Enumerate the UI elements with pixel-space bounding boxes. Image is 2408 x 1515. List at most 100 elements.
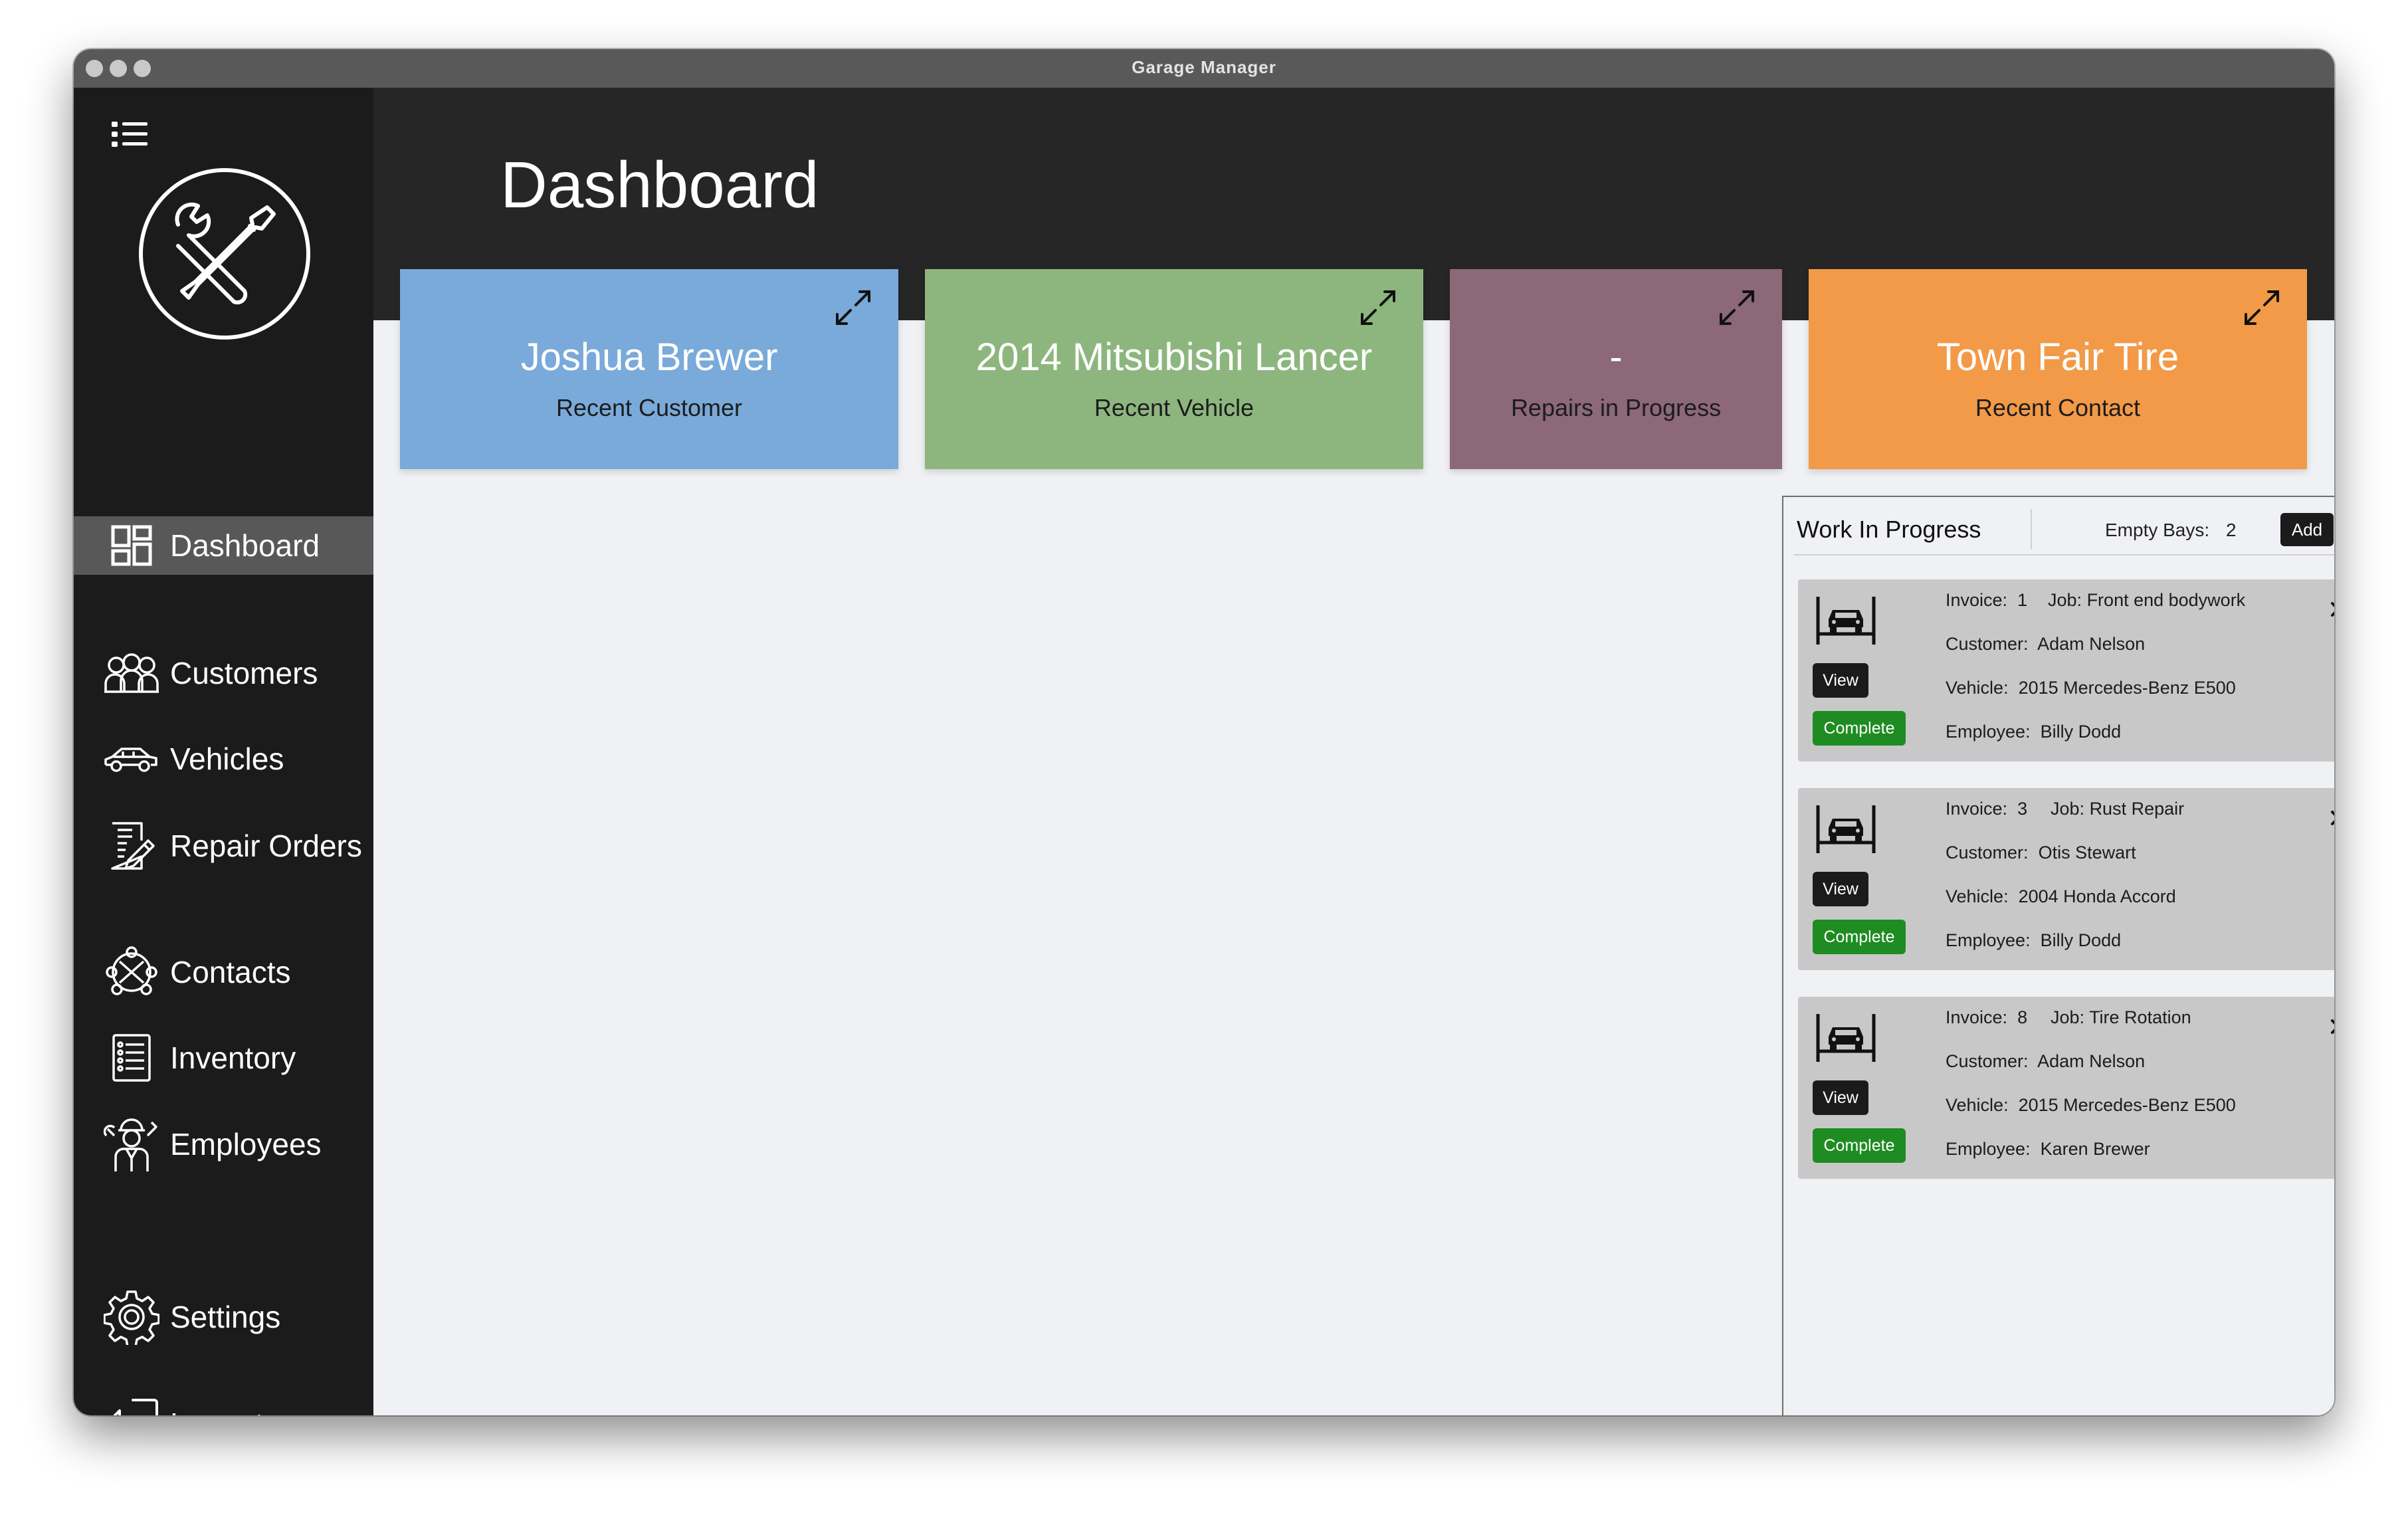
card-value: Town Fair Tire bbox=[1936, 336, 2179, 379]
card-label: Recent Vehicle bbox=[1094, 394, 1254, 421]
tools-logo-icon bbox=[139, 168, 310, 340]
vehicle-value: 2015 Mercedes-Benz E500 bbox=[2018, 678, 2236, 698]
invoice-value: 1 bbox=[2017, 590, 2028, 610]
job-value: Front end bodywork bbox=[2086, 590, 2246, 610]
sidebar-item-label: Inventory bbox=[170, 1041, 296, 1075]
car-lift-icon bbox=[1816, 597, 1876, 645]
job-label: Job: bbox=[2051, 1007, 2085, 1027]
menu-icon[interactable] bbox=[110, 119, 150, 150]
sidebar-item-label: Settings bbox=[170, 1300, 281, 1334]
close-icon[interactable] bbox=[2328, 1017, 2334, 1037]
view-job-button[interactable]: View bbox=[1813, 663, 1868, 698]
card-value: - bbox=[1609, 336, 1623, 379]
customers-icon bbox=[102, 643, 161, 703]
sidebar-item-repair-orders[interactable]: Repair Orders bbox=[74, 817, 373, 875]
sidebar-item-inventory[interactable]: Inventory bbox=[74, 1029, 373, 1087]
vehicle-label: Vehicle: bbox=[1946, 886, 2009, 906]
employee-value: Billy Dodd bbox=[2040, 930, 2122, 950]
window-title: Garage Manager bbox=[1132, 57, 1276, 77]
contacts-icon bbox=[102, 942, 161, 1002]
job-card: View Complete Invoice: 1 Job: Front end … bbox=[1798, 579, 2334, 761]
vehicle-label: Vehicle: bbox=[1946, 678, 2009, 698]
sidebar-item-settings[interactable]: Settings bbox=[74, 1288, 373, 1346]
card-label: Repairs in Progress bbox=[1510, 394, 1722, 421]
sidebar-item-employees[interactable]: Employees bbox=[74, 1115, 373, 1173]
logout-icon bbox=[102, 1394, 161, 1415]
sidebar-item-label: Repair Orders bbox=[170, 829, 362, 863]
invoice-label: Invoice: bbox=[1946, 590, 2008, 610]
invoice-value: 8 bbox=[2017, 1007, 2028, 1027]
sidebar-item-contacts[interactable]: Contacts bbox=[74, 943, 373, 1001]
sidebar-item-label: Employees bbox=[170, 1127, 322, 1162]
complete-job-button[interactable]: Complete bbox=[1813, 711, 1906, 746]
job-card: View Complete Invoice: 8 Job: Tire Rotat… bbox=[1798, 997, 2334, 1179]
recent-vehicle-card[interactable]: 2014 Mitsubishi Lancer Recent Vehicle bbox=[925, 269, 1423, 469]
employee-value: Karen Brewer bbox=[2040, 1139, 2150, 1159]
job-card: View Complete Invoice: 3 Job: Rust Repai… bbox=[1798, 788, 2334, 970]
sidebar-item-label: Logout bbox=[170, 1406, 264, 1415]
sidebar-item-label: Dashboard bbox=[170, 528, 320, 563]
vehicle-value: 2015 Mercedes-Benz E500 bbox=[2018, 1095, 2236, 1115]
car-lift-icon bbox=[1816, 1014, 1876, 1062]
invoice-value: 3 bbox=[2017, 799, 2028, 819]
employee-value: Billy Dodd bbox=[2040, 722, 2122, 742]
card-value: Joshua Brewer bbox=[520, 336, 778, 379]
employee-label: Employee: bbox=[1946, 1139, 2031, 1159]
customer-label: Customer: bbox=[1946, 843, 2029, 862]
close-icon[interactable] bbox=[2328, 808, 2334, 828]
expand-icon[interactable] bbox=[1357, 286, 1399, 329]
job-label: Job: bbox=[2048, 590, 2082, 610]
close-icon[interactable] bbox=[2328, 599, 2334, 619]
divider bbox=[1794, 554, 2334, 556]
sidebar: Dashboard Customers Vehicles Repair Orde… bbox=[74, 88, 373, 1415]
divider bbox=[2031, 509, 2032, 549]
complete-job-button[interactable]: Complete bbox=[1813, 920, 1906, 954]
customer-value: Adam Nelson bbox=[2037, 1051, 2146, 1071]
sidebar-item-label: Contacts bbox=[170, 955, 291, 989]
empty-bays-value: 2 bbox=[2226, 520, 2237, 540]
expand-icon[interactable] bbox=[1716, 286, 1758, 329]
sidebar-item-vehicles[interactable]: Vehicles bbox=[74, 730, 373, 788]
view-job-button[interactable]: View bbox=[1813, 1080, 1868, 1115]
inventory-icon bbox=[102, 1028, 161, 1088]
car-lift-icon bbox=[1816, 805, 1876, 853]
sidebar-item-logout[interactable]: Logout bbox=[74, 1395, 373, 1415]
add-job-button[interactable]: Add bbox=[2280, 513, 2334, 546]
empty-bays-label: Empty Bays: bbox=[2105, 520, 2210, 540]
customer-label: Customer: bbox=[1946, 634, 2029, 654]
gear-icon bbox=[102, 1287, 161, 1347]
complete-job-button[interactable]: Complete bbox=[1813, 1128, 1906, 1163]
invoice-label: Invoice: bbox=[1946, 799, 2008, 819]
card-label: Recent Customer bbox=[555, 394, 743, 421]
job-label: Job: bbox=[2051, 799, 2085, 819]
customer-value: Adam Nelson bbox=[2037, 634, 2146, 654]
customer-value: Otis Stewart bbox=[2038, 843, 2136, 862]
sidebar-item-label: Vehicles bbox=[170, 742, 284, 776]
view-job-button[interactable]: View bbox=[1813, 872, 1868, 906]
vehicle-label: Vehicle: bbox=[1946, 1095, 2009, 1115]
vehicle-value: 2004 Honda Accord bbox=[2018, 886, 2176, 906]
dashboard-icon bbox=[102, 516, 161, 575]
expand-icon[interactable] bbox=[832, 286, 874, 329]
employee-label: Employee: bbox=[1946, 930, 2031, 950]
card-value: 2014 Mitsubishi Lancer bbox=[975, 336, 1373, 379]
card-label: Recent Contact bbox=[1975, 394, 2141, 421]
title-bar: Garage Manager bbox=[74, 49, 2334, 89]
sidebar-item-dashboard[interactable]: Dashboard bbox=[74, 516, 373, 575]
invoice-label: Invoice: bbox=[1946, 1007, 2008, 1027]
work-in-progress-panel: Work In Progress Empty Bays: 2 Add View … bbox=[1782, 496, 2334, 1415]
sidebar-item-customers[interactable]: Customers bbox=[74, 644, 373, 702]
employee-label: Employee: bbox=[1946, 722, 2031, 742]
recent-contact-card[interactable]: Town Fair Tire Recent Contact bbox=[1809, 269, 2307, 469]
app-window: Garage Manager Dashboard Customers Vehic… bbox=[74, 49, 2334, 1415]
vehicle-icon bbox=[102, 729, 161, 789]
panel-title: Work In Progress bbox=[1797, 516, 1981, 543]
expand-icon[interactable] bbox=[2241, 286, 2283, 329]
repair-orders-icon bbox=[102, 816, 161, 876]
employees-icon bbox=[102, 1114, 161, 1174]
recent-customer-card[interactable]: Joshua Brewer Recent Customer bbox=[400, 269, 898, 469]
customer-label: Customer: bbox=[1946, 1051, 2029, 1071]
repairs-in-progress-card[interactable]: - Repairs in Progress bbox=[1450, 269, 1782, 469]
sidebar-item-label: Customers bbox=[170, 656, 318, 690]
page-title: Dashboard bbox=[500, 148, 819, 221]
